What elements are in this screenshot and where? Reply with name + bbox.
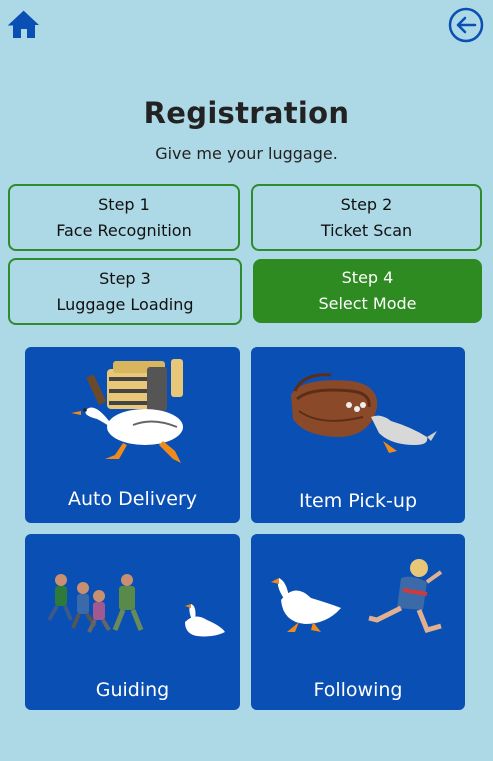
- step-label: Ticket Scan: [320, 220, 413, 240]
- page-subtitle: Give me your luggage.: [155, 144, 338, 163]
- step-2-ticket-scan[interactable]: Step 2 Ticket Scan: [251, 184, 482, 251]
- step-number: Step 4: [341, 268, 394, 287]
- home-button[interactable]: [7, 8, 40, 40]
- mode-following-card[interactable]: Following: [251, 534, 465, 710]
- step-number: Step 2: [340, 194, 393, 214]
- mode-item-pickup-card[interactable]: Item Pick-up: [251, 347, 465, 523]
- step-number: Step 1: [98, 194, 150, 214]
- goose-chased-by-people-image: [47, 574, 225, 637]
- step-label: Select Mode: [318, 294, 417, 313]
- step-1-face-recognition[interactable]: Step 1 Face Recognition: [8, 184, 240, 251]
- mode-label: Guiding: [95, 679, 170, 701]
- back-button[interactable]: [448, 7, 484, 43]
- mode-label: Auto Delivery: [67, 488, 198, 510]
- mode-auto-delivery-card[interactable]: Auto Delivery: [25, 347, 240, 523]
- goose-pulling-basket-image: [291, 373, 437, 453]
- step-3-luggage-loading[interactable]: Step 3 Luggage Loading: [8, 258, 242, 325]
- goose-chasing-boy-image: [271, 559, 443, 634]
- goose-carrying-luggage-image: [71, 359, 183, 463]
- mode-label: Following: [313, 679, 403, 701]
- step-label: Face Recognition: [56, 220, 192, 240]
- step-label: Luggage Loading: [56, 294, 194, 314]
- home-icon: [7, 10, 39, 38]
- step-number: Step 3: [99, 268, 151, 288]
- mode-guiding-card[interactable]: Guiding: [25, 534, 240, 710]
- page-title: Registration: [143, 96, 350, 130]
- step-4-select-mode[interactable]: Step 4 Select Mode: [253, 259, 482, 323]
- arrow-left-circle-icon: [448, 7, 484, 43]
- mode-label: Item Pick-up: [298, 490, 418, 512]
